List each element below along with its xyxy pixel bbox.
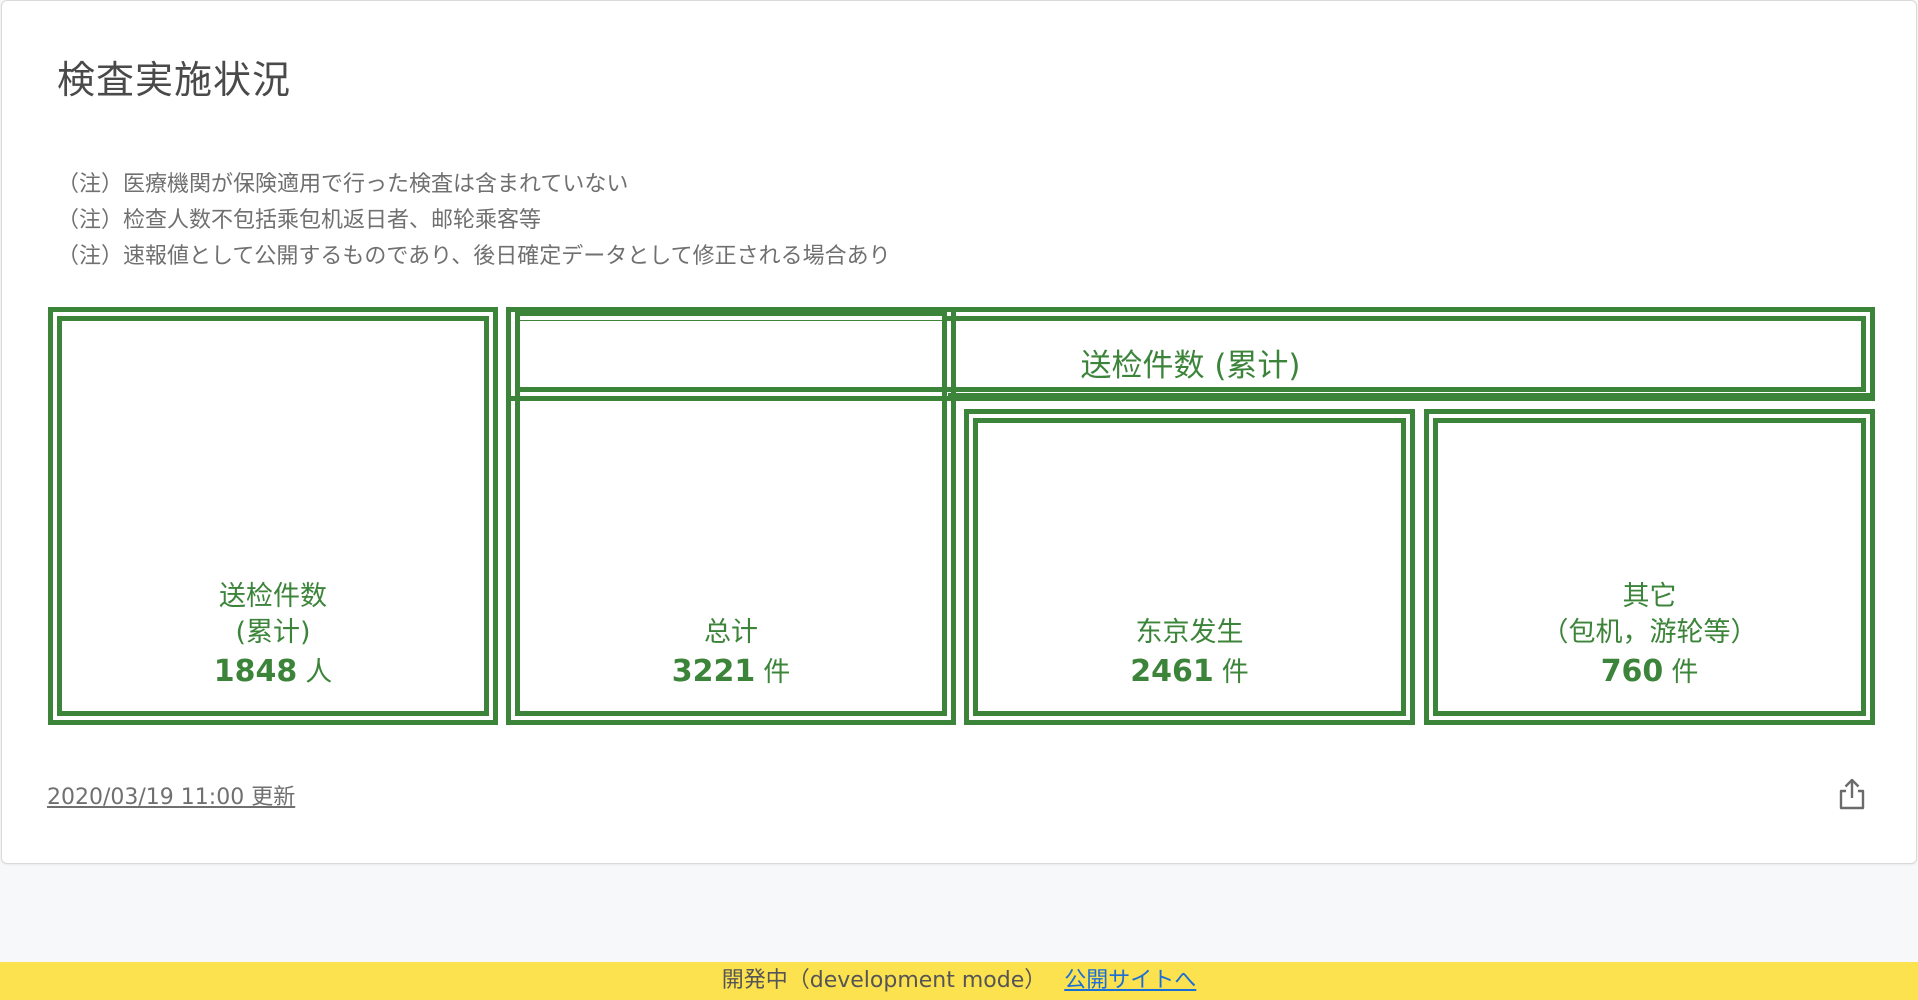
other-tests-content: 其它 （包机，游轮等） 760 件	[1429, 579, 1870, 694]
total-tests-unit: 件	[763, 657, 791, 688]
note-item: （注）医療機関が保険適用で行った検査は含まれていない	[57, 172, 629, 197]
other-tests-label: 其它	[1622, 581, 1677, 612]
total-tests-content: 总计 3221 件	[511, 615, 951, 694]
other-tests-value-row: 760 件	[1429, 651, 1870, 694]
development-mode-bar: 開発中（development mode） 公開サイトへ	[0, 962, 1918, 1000]
people-tested-value-row: 1848 人	[53, 651, 493, 694]
notes-list: （注）医療機関が保険適用で行った検査は含まれていない （注）检查人数不包括乘包机…	[57, 167, 891, 275]
other-tests-value: 760	[1600, 654, 1664, 689]
card-title: 検査実施状況	[57, 58, 292, 102]
other-tests-sublabel: （包机，游轮等）	[1541, 617, 1758, 648]
total-tests-label: 总计	[704, 617, 758, 648]
header-divider	[948, 393, 1875, 398]
dev-mode-text: 開発中（development mode）	[721, 968, 1047, 993]
people-tested-content: 送检件数 (累计) 1848 人	[53, 579, 493, 694]
last-updated-link[interactable]: 2020/03/19 11:00 更新	[47, 779, 295, 811]
people-tested-value: 1848	[213, 654, 298, 689]
tokyo-tests-box: 东京发生 2461 件	[964, 409, 1415, 725]
share-icon-graphic	[1839, 778, 1865, 810]
tokyo-tests-label: 东京发生	[1135, 617, 1244, 648]
total-tests-value: 3221	[671, 654, 756, 689]
tokyo-tests-unit: 件	[1221, 657, 1249, 688]
other-tests-unit: 件	[1671, 657, 1699, 688]
tokyo-tests-content: 东京发生 2461 件	[969, 615, 1410, 694]
total-tests-box: 总计 3221 件	[506, 307, 956, 725]
note-item: （注）速報値として公開するものであり、後日確定データとして修正される場合あり	[57, 244, 891, 269]
people-tested-box: 送检件数 (累计) 1848 人	[48, 307, 498, 725]
people-tested-unit: 人	[305, 657, 333, 688]
other-tests-box: 其它 （包机，游轮等） 760 件	[1424, 409, 1875, 725]
public-site-link[interactable]: 公開サイトへ	[1064, 968, 1196, 993]
tokyo-tests-value-row: 2461 件	[969, 651, 1410, 694]
tokyo-tests-value: 2461	[1130, 654, 1214, 689]
total-tests-value-row: 3221 件	[511, 651, 951, 694]
people-tested-label: 送检件数	[219, 581, 327, 612]
test-status-card: 検査実施状況 （注）医療機関が保険適用で行った検査は含まれていない （注）检查人…	[1, 0, 1917, 864]
note-item: （注）检查人数不包括乘包机返日者、邮轮乘客等	[57, 208, 542, 233]
share-icon[interactable]	[1836, 777, 1868, 811]
people-tested-sublabel: (累计)	[235, 617, 311, 648]
